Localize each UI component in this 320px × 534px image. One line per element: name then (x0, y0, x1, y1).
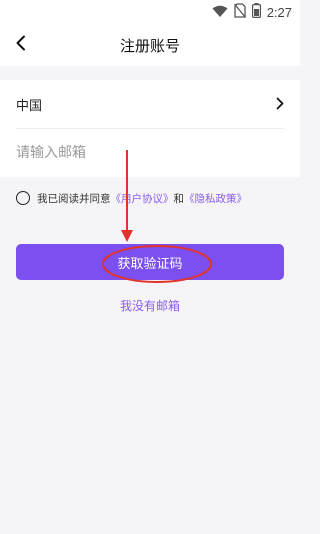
get-verification-code-button[interactable]: 获取验证码 (16, 244, 284, 280)
agreement-row: 我已阅读并同意 《用户协议》 和 《隐私政策》 (16, 189, 247, 207)
status-icons: 2:27 (212, 2, 292, 22)
form-card: 中国 (0, 80, 300, 177)
header: 注册账号 (0, 24, 300, 66)
status-time: 2:27 (266, 4, 292, 20)
agreement-conjunction: 和 (173, 192, 185, 205)
page-title: 注册账号 (119, 37, 180, 55)
battery-icon (251, 2, 261, 22)
email-field[interactable] (16, 138, 284, 168)
country-selector[interactable]: 中国 (16, 80, 284, 129)
country-label: 中国 (16, 98, 43, 114)
status-bar: 2:27 (0, 0, 300, 24)
privacy-policy-link[interactable]: 《隐私政策》 (184, 191, 247, 206)
agreement-checkbox[interactable] (16, 191, 30, 205)
user-agreement-link[interactable]: 《用户协议》 (111, 191, 174, 206)
wifi-icon (212, 3, 228, 22)
no-sim-icon (233, 2, 246, 22)
no-email-link[interactable]: 我没有邮箱 (0, 297, 300, 314)
chevron-right-icon (276, 95, 284, 114)
agreement-prefix: 我已阅读并同意 (37, 192, 111, 205)
